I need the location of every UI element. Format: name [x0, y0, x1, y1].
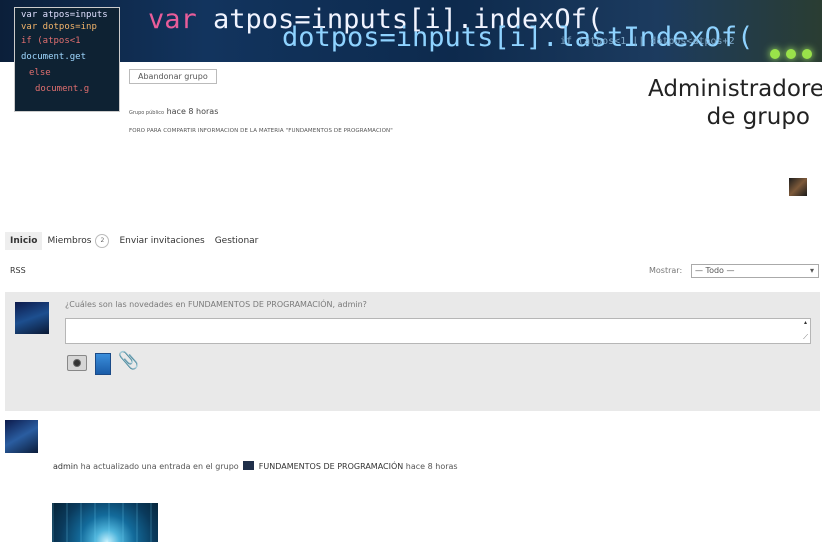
tab-miembros[interactable]: Miembros 2 [42, 230, 114, 252]
admin-avatar[interactable] [789, 178, 807, 196]
activity-entry: admin ha actualizado una entrada en el g… [53, 461, 458, 471]
group-thumbnail-icon[interactable] [243, 461, 255, 470]
cover-lights [764, 44, 812, 62]
cover-code-line-3: if (atpos<1 || dotpos<atpos+2 [560, 36, 735, 47]
activity-group-link[interactable]: FUNDAMENTOS DE PROGRAMACIÓN [259, 462, 403, 471]
activity-time[interactable]: hace 8 horas [403, 462, 458, 471]
cover-code-keyword: var [148, 4, 197, 35]
video-icon[interactable] [95, 353, 111, 375]
status-prompt: ¿Cuáles son las novedades en FUNDAMENTOS… [65, 300, 367, 309]
tab-label: Miembros [47, 236, 92, 246]
user-avatar[interactable] [15, 302, 49, 334]
group-type: Grupo público [129, 110, 165, 116]
activity-image[interactable] [52, 503, 158, 542]
group-avatar[interactable]: var atpos=inputs var dotpos=inp if (atpo… [14, 7, 120, 112]
status-update-form: ¿Cuáles son las novedades en FUNDAMENTOS… [5, 292, 820, 411]
camera-icon[interactable] [67, 355, 87, 371]
activity-filter-value: — Todo — [695, 266, 735, 275]
leave-group-button[interactable]: Abandonar grupo [129, 69, 217, 84]
members-count-badge: 2 [95, 234, 110, 248]
tab-gestionar[interactable]: Gestionar [210, 232, 264, 250]
cover-image: var atpos=inputs[i].indexOf( dotpos=inpu… [0, 0, 822, 62]
tab-label: Gestionar [214, 236, 259, 246]
group-description: FORO PARA COMPARTIR INFORMACION DE LA MA… [129, 128, 393, 134]
paperclip-icon[interactable]: 📎 [118, 351, 139, 371]
avatar-code-line: else [29, 68, 51, 78]
group-meta: Grupo público hace 8 horas [129, 107, 218, 116]
chevron-down-icon: ▾ [809, 266, 814, 275]
avatar-code-line: document.g [35, 84, 90, 94]
last-active: hace 8 horas [166, 107, 219, 116]
rss-link[interactable]: RSS [10, 266, 26, 275]
group-nav: Inicio Miembros 2 Enviar invitaciones Ges… [5, 230, 263, 252]
tab-label: Inicio [10, 236, 38, 246]
tab-label: Enviar invitaciones [119, 236, 205, 246]
status-textarea[interactable]: ▴ ⟋ [65, 318, 811, 344]
avatar-code-line: var dotpos=inp [21, 22, 97, 32]
activity-filter-select[interactable]: — Todo — ▾ [691, 264, 819, 278]
group-admins-title: Administradores de grupo [648, 76, 822, 130]
scroll-arrows-icon: ▴ [803, 319, 807, 326]
activity-user-avatar[interactable] [5, 420, 38, 453]
tab-inicio[interactable]: Inicio [5, 232, 43, 250]
avatar-code-line: var atpos=inputs [21, 10, 108, 20]
activity-action: ha actualizado una entrada en el grupo [78, 462, 242, 471]
tab-enviar-invitaciones[interactable]: Enviar invitaciones [114, 232, 209, 250]
activity-user-link[interactable]: admin [53, 462, 78, 471]
resize-grip-icon[interactable]: ⟋ [803, 333, 808, 342]
show-filter-label: Mostrar: [649, 266, 683, 275]
avatar-code-line: document.get [21, 52, 87, 62]
avatar-code-line: if (atpos<1 [21, 36, 81, 46]
